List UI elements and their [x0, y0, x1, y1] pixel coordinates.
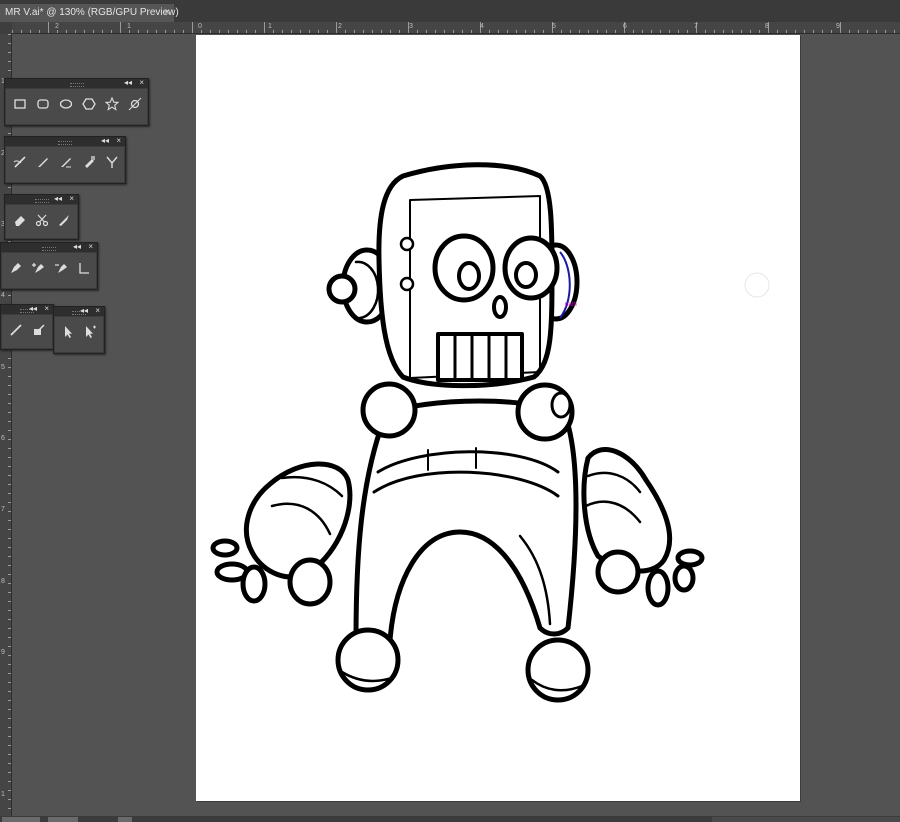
grip-icon[interactable]	[69, 83, 84, 87]
close-icon[interactable]: ×	[139, 77, 144, 89]
ruler-label: 5	[552, 23, 556, 30]
flare-icon[interactable]	[125, 93, 145, 113]
grip-icon[interactable]	[34, 199, 49, 203]
ruler-label: 4	[480, 23, 484, 30]
shaper-icon[interactable]	[29, 319, 49, 339]
close-icon[interactable]: ×	[88, 241, 93, 253]
close-icon[interactable]: ×	[69, 193, 74, 205]
panel-header[interactable]: ◂◂ ×	[5, 135, 125, 147]
panel-body	[6, 205, 77, 238]
panel-header[interactable]: ◂◂ ×	[54, 305, 104, 317]
status-bar	[0, 816, 900, 822]
grip-icon[interactable]	[42, 247, 56, 251]
panel-header[interactable]: ◂◂ ×	[1, 303, 53, 315]
convert-anchor-icon[interactable]	[74, 257, 94, 277]
status-nav-button[interactable]	[118, 817, 132, 822]
pencil-icon[interactable]	[33, 151, 53, 171]
erase-tool-panel[interactable]: ◂◂ ×	[4, 194, 79, 240]
ruler-label: 1	[127, 23, 131, 30]
ruler-label: 9	[1, 649, 5, 656]
document-tab-title: MR V.ai* @ 130% (RGB/GPU Preview)	[5, 7, 179, 18]
rectangle-icon[interactable]	[10, 93, 30, 113]
panel-header[interactable]: ◂◂ ×	[5, 193, 78, 205]
collapse-icon[interactable]: ◂◂	[29, 303, 37, 315]
horizontal-ruler[interactable]: 2 1 0 1 2 3 4 5 6 7 8 9	[12, 22, 900, 34]
knife-icon[interactable]	[54, 209, 74, 229]
panel-body	[6, 147, 124, 182]
document-tab-strip: MR V.ai* @ 130% (RGB/GPU Preview) ×	[0, 0, 900, 22]
status-zoom-field[interactable]	[2, 817, 40, 822]
selection-icon[interactable]	[58, 321, 78, 341]
add-anchor-icon[interactable]	[28, 257, 48, 277]
ellipse-icon[interactable]	[56, 93, 76, 113]
status-artboard-field[interactable]	[48, 817, 78, 822]
smooth-icon[interactable]	[56, 151, 76, 171]
ruler-label: 8	[765, 23, 769, 30]
path-eraser-icon[interactable]	[79, 151, 99, 171]
ruler-label: 4	[1, 292, 5, 299]
rounded-rectangle-icon[interactable]	[33, 93, 53, 113]
pen-tool-panel[interactable]: ◂◂ ×	[0, 242, 98, 290]
paint-tool-panel[interactable]: ◂◂ ×	[4, 136, 126, 184]
panel-body	[2, 253, 96, 288]
ruler-origin[interactable]	[0, 22, 12, 34]
grip-icon[interactable]	[58, 141, 72, 145]
panel-body	[2, 315, 52, 348]
delete-anchor-icon[interactable]	[51, 257, 71, 277]
blob-brush-tool-panel[interactable]: ◂◂ ×	[0, 304, 54, 350]
artboard[interactable]	[196, 35, 800, 801]
panel-header[interactable]: ◂◂ ×	[5, 77, 148, 89]
ruler-label: 6	[623, 23, 627, 30]
join-icon[interactable]	[102, 151, 122, 171]
collapse-icon[interactable]: ◂◂	[73, 241, 81, 253]
close-icon[interactable]: ×	[116, 135, 121, 147]
collapse-icon[interactable]: ◂◂	[124, 77, 132, 89]
close-icon[interactable]: ×	[95, 305, 100, 317]
ruler-label: 8	[1, 578, 5, 585]
collapse-icon[interactable]: ◂◂	[80, 305, 88, 317]
status-info	[712, 817, 900, 822]
ruler-label: 5	[1, 364, 5, 371]
paintbrush-icon[interactable]	[10, 151, 30, 171]
scissors-icon[interactable]	[32, 209, 52, 229]
ruler-label: 7	[1, 506, 5, 513]
selection-tool-panel[interactable]: ◂◂ ×	[53, 306, 105, 354]
direct-selection-icon[interactable]	[80, 321, 100, 341]
ruler-label: 1	[1, 791, 5, 798]
collapse-icon[interactable]: ◂◂	[54, 193, 62, 205]
ruler-label: 9	[836, 23, 840, 30]
close-icon[interactable]: ×	[44, 303, 49, 315]
star-icon[interactable]	[102, 93, 122, 113]
ruler-label: 7	[694, 23, 698, 30]
close-tab-icon[interactable]: ×	[164, 4, 170, 22]
ruler-label: 0	[198, 23, 202, 30]
panel-body	[55, 317, 103, 352]
panel-header[interactable]: ◂◂ ×	[1, 241, 97, 253]
polygon-icon[interactable]	[79, 93, 99, 113]
panel-body	[6, 89, 147, 124]
document-tab[interactable]: MR V.ai* @ 130% (RGB/GPU Preview) ×	[0, 4, 179, 22]
shapes-tool-panel[interactable]: ◂◂ ×	[4, 78, 149, 126]
ruler-label: 2	[338, 23, 342, 30]
pen-icon[interactable]	[6, 257, 26, 277]
blob-brush-icon[interactable]	[6, 319, 26, 339]
eraser-icon[interactable]	[10, 209, 30, 229]
ruler-label: 1	[268, 23, 272, 30]
ruler-label: 6	[1, 435, 5, 442]
ruler-label: 3	[409, 23, 413, 30]
ruler-label: 2	[55, 23, 59, 30]
collapse-icon[interactable]: ◂◂	[101, 135, 109, 147]
